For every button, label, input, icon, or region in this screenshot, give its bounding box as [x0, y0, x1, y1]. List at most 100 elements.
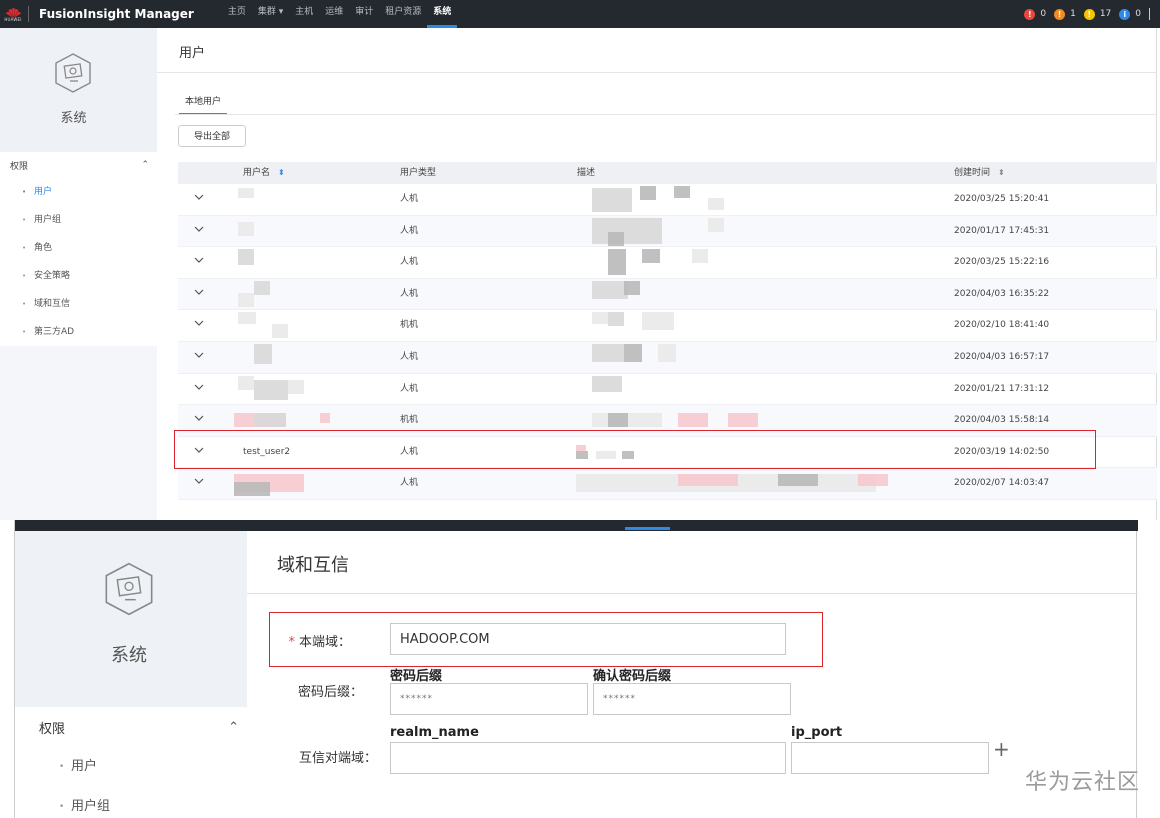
- realm-name-header: realm_name: [390, 725, 479, 740]
- cell-user-type: 机机: [400, 320, 419, 331]
- redacted-text: [254, 280, 270, 295]
- redacted-text: [778, 474, 818, 487]
- sidebar-header: 系统: [0, 28, 157, 152]
- ip-port-input[interactable]: [791, 742, 989, 774]
- nav-hosts[interactable]: 主机: [289, 0, 319, 28]
- product-name: FusionInsight Manager: [39, 7, 194, 21]
- table-row[interactable]: 人机 2020/04/03 16:35:22: [178, 278, 1157, 311]
- info-alarm-count: 0: [1135, 9, 1141, 19]
- redacted-text: [642, 249, 660, 264]
- col-created-time[interactable]: 创建时间 ⬍: [954, 162, 1005, 184]
- table-row[interactable]: 机机 2020/04/03 15:58:14: [178, 405, 1157, 437]
- users-main: 用户 本地用户 导出全部 用户名 ⬍ 用户类型 描述 创建时间 ⬍ 人机 2020/0…: [157, 28, 1157, 520]
- lower-permission-group-header[interactable]: 权限 ⌃: [15, 707, 247, 747]
- domain-trust-page: 系统 权限 ⌃ 用户 用户组 域和互信 *本端域： 密码后缀 确认密码后缀 密码…: [14, 520, 1138, 818]
- sort-icon[interactable]: ⬍: [278, 168, 285, 177]
- cell-created-time: 2020/01/17 17:45:31: [954, 225, 1050, 236]
- chevron-down-icon[interactable]: [194, 318, 204, 328]
- alarm-divider: [1149, 8, 1150, 20]
- redacted-text: [592, 312, 608, 325]
- redacted-text: [608, 231, 624, 246]
- col-username[interactable]: 用户名 ⬍: [243, 162, 285, 184]
- lower-sidebar-header: 系统: [15, 531, 247, 707]
- page-title: 域和互信: [277, 555, 349, 576]
- minor-alarm[interactable]: ! 17: [1083, 8, 1111, 20]
- sort-icon[interactable]: ⬍: [998, 168, 1005, 177]
- sidebar-item-security-policy[interactable]: 安全策略: [0, 262, 157, 290]
- chevron-down-icon[interactable]: [194, 287, 204, 297]
- password-suffix-label: 密码后缀：: [297, 685, 363, 700]
- cell-created-time: 2020/02/10 18:41:40: [954, 320, 1050, 331]
- table-row[interactable]: 人机 2020/03/25 15:20:41: [178, 184, 1157, 216]
- chevron-down-icon[interactable]: [194, 476, 204, 486]
- critical-alarm[interactable]: ! 0: [1024, 8, 1047, 20]
- nav-audit[interactable]: 审计: [349, 0, 379, 28]
- cell-user-type: 人机: [400, 351, 419, 362]
- redacted-text: [708, 217, 724, 232]
- sidebar-item-third-party-ad[interactable]: 第三方AD: [0, 318, 157, 346]
- table-row[interactable]: 人机 2020/03/25 15:22:16: [178, 247, 1157, 279]
- lower-sidebar-item-user-groups[interactable]: 用户组: [15, 787, 247, 818]
- lower-permission-group-label: 权限: [39, 721, 66, 737]
- sidebar-item-user-groups[interactable]: 用户组: [0, 206, 157, 234]
- table-row[interactable]: 机机 2020/02/10 18:41:40: [178, 310, 1157, 342]
- title-divider: [157, 72, 1157, 73]
- nav-cluster[interactable]: 集群 ▾: [252, 0, 289, 28]
- huawei-logo[interactable]: HUAWEI: [0, 0, 26, 28]
- table-row[interactable]: 人机 2020/01/21 17:31:12: [178, 374, 1157, 406]
- table-row[interactable]: 人机 2020/02/07 14:03:47: [178, 468, 1157, 500]
- redacted-text: [254, 379, 288, 400]
- trust-domain-label: 互信对端域：: [298, 751, 377, 766]
- chevron-down-icon[interactable]: [194, 255, 204, 265]
- chevron-down-icon[interactable]: [194, 413, 204, 423]
- sidebar-item-roles[interactable]: 角色: [0, 234, 157, 262]
- confirm-suffix-input[interactable]: [593, 683, 791, 715]
- redacted-text: [238, 221, 254, 236]
- sidebar-title: 系统: [60, 111, 87, 126]
- chevron-down-icon[interactable]: [194, 224, 204, 234]
- nav-home[interactable]: 主页: [222, 0, 252, 28]
- nav-tenant-resources[interactable]: 租户资源: [379, 0, 427, 28]
- redacted-text: [592, 280, 628, 299]
- redacted-text: [288, 379, 304, 394]
- lower-sidebar-item-users[interactable]: 用户: [15, 747, 247, 787]
- table-row[interactable]: 人机 2020/01/17 17:45:31: [178, 215, 1157, 248]
- cell-user-type: 人机: [400, 478, 419, 489]
- table-row[interactable]: 人机 2020/04/03 16:57:17: [178, 341, 1157, 374]
- realm-name-input[interactable]: [390, 742, 786, 774]
- chevron-down-icon[interactable]: [194, 382, 204, 392]
- sidebar-item-label: 第三方AD: [34, 327, 75, 337]
- confirm-suffix-header: 确认密码后缀: [593, 669, 672, 684]
- redacted-text: [678, 413, 708, 428]
- chevron-down-icon[interactable]: [194, 350, 204, 360]
- nav-system[interactable]: 系统: [427, 0, 458, 28]
- chevron-down-icon[interactable]: [194, 445, 204, 455]
- redacted-text: [254, 413, 286, 428]
- chevron-down-icon[interactable]: [194, 192, 204, 202]
- redacted-text: [592, 343, 624, 362]
- sidebar-item-label: 用户组: [71, 799, 111, 814]
- cell-user-type: 人机: [400, 446, 419, 457]
- minor-alarm-icon: !: [1083, 8, 1095, 20]
- redacted-text: [238, 312, 256, 325]
- major-alarm[interactable]: ! 1: [1054, 8, 1076, 20]
- top-navigation-bar: HUAWEI FusionInsight Manager 主页 集群 ▾ 主机 …: [0, 0, 1160, 28]
- info-alarm[interactable]: i 0: [1119, 8, 1141, 20]
- add-trust-button[interactable]: +: [993, 737, 1010, 761]
- cell-created-time: 2020/03/25 15:22:16: [954, 257, 1050, 268]
- major-alarm-icon: !: [1054, 8, 1066, 20]
- export-all-button[interactable]: 导出全部: [178, 125, 246, 147]
- sidebar-item-domain-trust[interactable]: 域和互信: [0, 290, 157, 318]
- lower-sidebar-title: 系统: [111, 645, 147, 666]
- permission-group-header[interactable]: 权限 ⌃: [0, 152, 157, 178]
- redacted-text: [658, 343, 676, 362]
- system-icon: [55, 53, 91, 93]
- cell-created-time: 2020/03/19 14:02:50: [954, 446, 1050, 457]
- nav-operations[interactable]: 运维: [319, 0, 349, 28]
- table-row[interactable]: test_user2 人机 2020/03/19 14:02:50: [178, 437, 1157, 469]
- table-header: 用户名 ⬍ 用户类型 描述 创建时间 ⬍: [178, 162, 1157, 184]
- tab-local-users[interactable]: 本地用户: [179, 94, 228, 115]
- critical-alarm-count: 0: [1040, 9, 1047, 19]
- password-suffix-input[interactable]: [390, 683, 588, 715]
- sidebar-item-users[interactable]: 用户: [0, 178, 157, 206]
